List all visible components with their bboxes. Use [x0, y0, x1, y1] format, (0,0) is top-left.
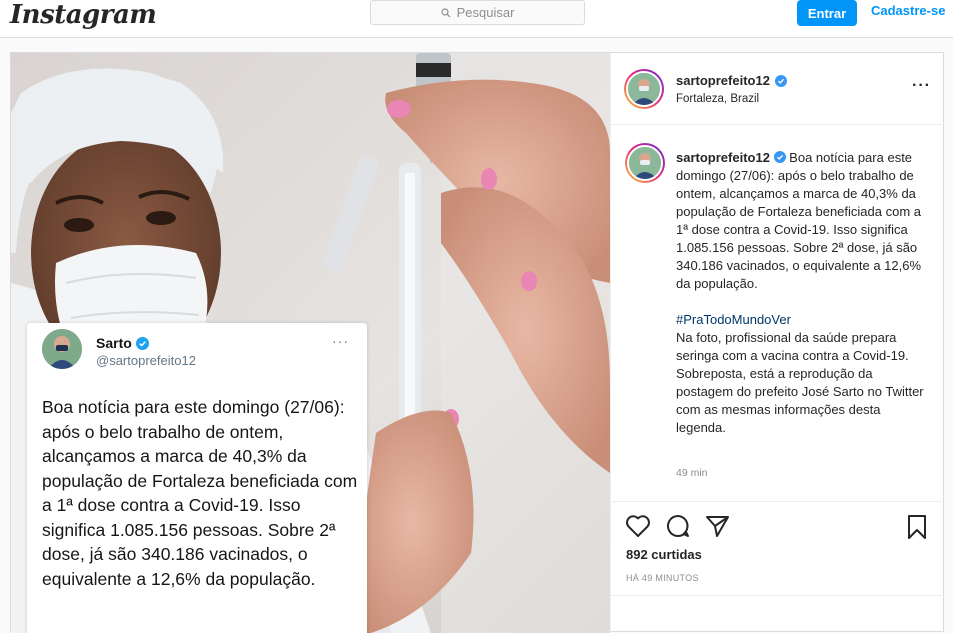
search-icon	[440, 7, 451, 17]
tweet-handle: @sartoprefeito12	[96, 353, 196, 368]
caption-text: sartoprefeito12 Boa notícia para este do…	[676, 149, 926, 437]
caption-time: 49 min	[676, 467, 708, 479]
post-sidebar: sartoprefeito12 Fortaleza, Brazil ··· sa…	[610, 53, 945, 633]
bookmark-icon[interactable]	[905, 514, 929, 540]
heart-icon[interactable]	[625, 514, 651, 538]
tweet-text: Boa notícia para este domingo (27/06): a…	[42, 397, 358, 589]
comment-divider	[611, 595, 945, 596]
more-options-icon[interactable]: ···	[912, 77, 931, 95]
caption-area: sartoprefeito12 Boa notícia para este do…	[611, 125, 945, 501]
post-header: sartoprefeito12 Fortaleza, Brazil ···	[611, 53, 945, 125]
verified-icon	[773, 151, 786, 163]
comment-icon[interactable]	[665, 514, 691, 538]
caption-body: Boa notícia para este domingo (27/06): a…	[676, 150, 922, 291]
tweet-avatar	[42, 329, 82, 369]
tweet-author-name: Sarto	[96, 335, 149, 351]
post-username[interactable]: sartoprefeito12	[676, 73, 787, 88]
post-username-text[interactable]: sartoprefeito12	[676, 73, 770, 88]
profile-avatar[interactable]	[624, 69, 664, 109]
caption-hashtag[interactable]: #PraTodoMundoVer	[676, 311, 926, 329]
verified-icon	[135, 336, 149, 350]
post-actions: 892 curtidas HÁ 49 MINUTOS	[611, 501, 945, 633]
tweet-name-text: Sarto	[96, 335, 132, 351]
login-button[interactable]: Entrar	[797, 0, 857, 26]
likes-count[interactable]: 892 curtidas	[626, 547, 702, 562]
instagram-logo[interactable]: Instagram	[10, 0, 157, 30]
more-icon: ···	[332, 333, 349, 349]
tweet-card: Sarto @sartoprefeito12 ··· Boa notícia p…	[27, 323, 367, 633]
signup-link[interactable]: Cadastre-se	[871, 3, 945, 18]
top-navigation-bar: Instagram Pesquisar Entrar Cadastre-se	[0, 0, 953, 38]
share-icon[interactable]	[705, 514, 731, 538]
search-placeholder: Pesquisar	[456, 5, 515, 20]
verified-icon	[774, 74, 787, 87]
post-media[interactable]: Sarto @sartoprefeito12 ··· Boa notícia p…	[11, 53, 610, 633]
search-input[interactable]: Pesquisar	[370, 0, 585, 25]
post-card: Sarto @sartoprefeito12 ··· Boa notícia p…	[10, 52, 945, 633]
caption-description: Na foto, profissional da saúde prepara s…	[676, 330, 924, 435]
caption-avatar[interactable]	[625, 143, 665, 183]
caption-username[interactable]: sartoprefeito12	[676, 150, 770, 165]
post-timestamp[interactable]: HÁ 49 MINUTOS	[626, 573, 699, 583]
post-location[interactable]: Fortaleza, Brazil	[676, 93, 759, 105]
